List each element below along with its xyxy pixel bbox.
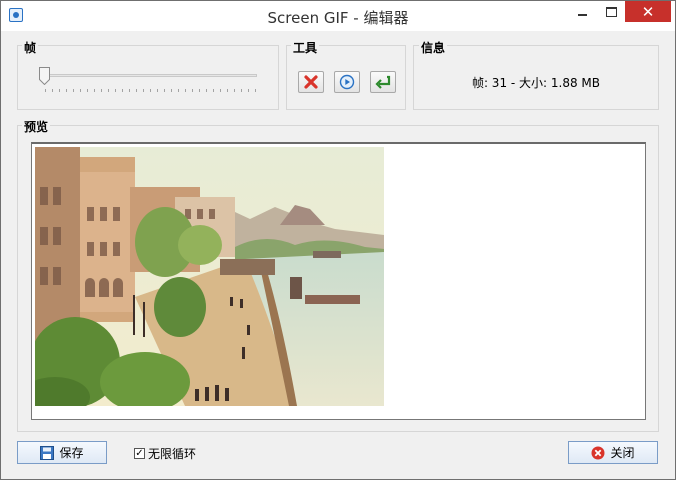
window-close-button[interactable]: ✕ xyxy=(625,1,671,22)
loop-checkbox[interactable]: ✓ xyxy=(134,448,145,459)
close-icon: ✕ xyxy=(641,2,655,21)
slider-tick xyxy=(129,89,130,92)
slider-tick xyxy=(122,89,123,92)
slider-tick xyxy=(150,89,151,92)
save-button[interactable]: 保存 xyxy=(17,441,107,464)
slider-tick xyxy=(157,89,158,92)
slider-tick xyxy=(52,89,53,92)
slider-tick xyxy=(101,89,102,92)
frame-slider-ticks xyxy=(45,89,256,93)
slider-tick xyxy=(199,89,200,92)
maximize-icon xyxy=(606,6,617,17)
close-button-label: 关闭 xyxy=(610,446,635,460)
slider-tick xyxy=(178,89,179,92)
play-button[interactable] xyxy=(334,71,360,93)
tools-group-label: 工具 xyxy=(291,39,320,56)
slider-tick xyxy=(108,89,109,92)
info-group-label: 信息 xyxy=(419,39,448,56)
undo-arrow-icon xyxy=(375,75,391,89)
preview-image xyxy=(35,147,384,406)
frame-slider-thumb[interactable] xyxy=(39,67,50,85)
red-x-icon xyxy=(304,75,318,89)
slider-tick xyxy=(213,89,214,92)
slider-tick xyxy=(59,89,60,92)
slider-tick xyxy=(255,89,256,92)
frames-group xyxy=(17,45,279,110)
slider-tick xyxy=(73,89,74,92)
slider-tick xyxy=(227,89,228,92)
minimize-icon xyxy=(577,13,587,16)
save-button-label: 保存 xyxy=(59,446,84,460)
slider-tick xyxy=(136,89,137,92)
loop-checkbox-label: 无限循环 xyxy=(148,447,197,461)
frame-info-text: 帧: 31 - 大小: 1.88 MB xyxy=(471,76,601,90)
slider-tick xyxy=(206,89,207,92)
slider-tick xyxy=(192,89,193,92)
slider-tick xyxy=(171,89,172,92)
editor-window: Screen GIF - 编辑器 ✕ 帧 工具 信息 帧: 31 - 大小: 1… xyxy=(0,0,676,480)
title-bar: Screen GIF - 编辑器 ✕ xyxy=(1,1,675,31)
slider-tick xyxy=(87,89,88,92)
slider-tick xyxy=(94,89,95,92)
play-icon xyxy=(339,74,355,90)
frame-slider-track[interactable] xyxy=(41,74,257,77)
slider-tick xyxy=(248,89,249,92)
loop-checkbox-wrap[interactable]: ✓ 无限循环 xyxy=(134,445,196,462)
slider-tick xyxy=(45,89,46,92)
slider-tick xyxy=(143,89,144,92)
slider-tick xyxy=(241,89,242,92)
maximize-button[interactable] xyxy=(598,1,625,22)
frames-group-label: 帧 xyxy=(22,39,39,56)
close-circle-icon xyxy=(591,446,605,459)
floppy-disk-icon xyxy=(40,445,55,460)
slider-tick xyxy=(220,89,221,92)
preview-group-label: 预览 xyxy=(22,118,51,135)
delete-frame-button[interactable] xyxy=(298,71,324,93)
slider-tick xyxy=(164,89,165,92)
slider-tick xyxy=(66,89,67,92)
undo-button[interactable] xyxy=(370,71,396,93)
close-button[interactable]: 关闭 xyxy=(568,441,658,464)
slider-tick xyxy=(185,89,186,92)
slider-tick xyxy=(115,89,116,92)
slider-tick xyxy=(234,89,235,92)
minimize-button[interactable] xyxy=(567,1,597,22)
slider-tick xyxy=(80,89,81,92)
